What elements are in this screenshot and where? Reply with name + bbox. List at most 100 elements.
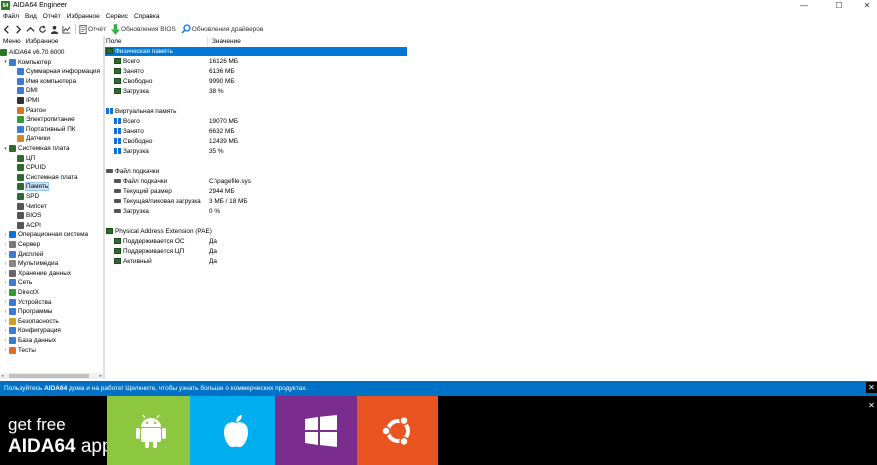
- promo-banner[interactable]: get free AIDA64 app ✕: [0, 396, 877, 465]
- collapse-icon[interactable]: ▾: [3, 146, 8, 152]
- tree-item[interactable]: › Операционная система: [3, 230, 88, 239]
- tree-item[interactable]: ›AIDA64 v6.70.6000: [0, 48, 64, 57]
- table-row[interactable]: Свободно 12439 МБ: [105, 137, 877, 146]
- menu-view[interactable]: Вид: [22, 13, 40, 20]
- tree-item[interactable]: Системная плата: [17, 173, 78, 182]
- expand-icon[interactable]: ›: [3, 280, 8, 286]
- tree-item[interactable]: › База данных: [3, 336, 56, 345]
- tree-item[interactable]: › Хранение данных: [3, 269, 71, 278]
- tree-item[interactable]: ▾ Компьютер: [3, 58, 51, 67]
- tree-item[interactable]: Портативный ПК: [17, 125, 76, 134]
- tab-menu[interactable]: Меню: [0, 38, 23, 45]
- column-header-value[interactable]: Значение: [208, 38, 241, 45]
- apple-tile[interactable]: [190, 396, 282, 465]
- minimize-button[interactable]: —: [794, 0, 814, 11]
- scrollbar-thumb[interactable]: [9, 374, 89, 378]
- tree-item[interactable]: IPMI: [17, 96, 39, 105]
- refresh-button[interactable]: [36, 23, 48, 36]
- expand-icon[interactable]: ›: [3, 261, 8, 267]
- tree-item[interactable]: Чипсет: [17, 202, 47, 211]
- tree-item[interactable]: DMI: [17, 86, 38, 95]
- tree-item[interactable]: › Безопасность: [3, 317, 59, 326]
- promo-notice-bar[interactable]: Пользуйтесь AIDA64 дома и на работе! Щел…: [0, 381, 877, 396]
- tree-item[interactable]: BIOS: [17, 211, 41, 220]
- table-row[interactable]: Поддерживается ЦП Да: [105, 247, 877, 256]
- tree-item[interactable]: › Дисплей: [3, 250, 43, 259]
- maximize-button[interactable]: ☐: [829, 0, 849, 11]
- chart-button[interactable]: [60, 23, 72, 36]
- expand-icon[interactable]: ›: [3, 290, 8, 296]
- scroll-left-icon[interactable]: ◂: [1, 373, 4, 379]
- tree-item[interactable]: Память: [17, 182, 50, 192]
- menu-help[interactable]: Справка: [131, 13, 163, 20]
- table-row[interactable]: Файл подкачки C:\pagefile.sys: [105, 177, 877, 186]
- expand-icon[interactable]: ›: [3, 232, 8, 238]
- forward-button[interactable]: [12, 23, 24, 36]
- tree-item[interactable]: › Сеть: [3, 278, 32, 287]
- up-button[interactable]: [24, 23, 36, 36]
- windows-tile[interactable]: [275, 396, 367, 465]
- tree-item[interactable]: › Мультимедиа: [3, 259, 58, 268]
- table-row[interactable]: Текущий размер 2944 МБ: [105, 187, 877, 196]
- expand-icon[interactable]: ›: [3, 270, 8, 276]
- tree-item[interactable]: › DirectX: [3, 288, 39, 297]
- table-row[interactable]: Всего 19070 МБ: [105, 117, 877, 126]
- table-row[interactable]: Занято 6136 МБ: [105, 67, 877, 76]
- tree-item[interactable]: › Сервер: [3, 240, 40, 249]
- tree-item[interactable]: › Тесты: [3, 346, 36, 355]
- menu-tools[interactable]: Сервис: [103, 13, 131, 20]
- tree-item[interactable]: Разгон: [17, 106, 46, 115]
- table-row[interactable]: Свободно 9990 МБ: [105, 77, 877, 86]
- table-section-row[interactable]: Файл подкачки: [105, 167, 877, 176]
- table-row[interactable]: Текущая/пиковая загрузка 3 МБ / 18 МБ: [105, 197, 877, 206]
- scroll-right-icon[interactable]: ▸: [99, 373, 102, 379]
- table-section-row[interactable]: Физическая память: [105, 46, 407, 56]
- tree-item[interactable]: Суммарная информация: [17, 67, 100, 76]
- expand-icon[interactable]: ›: [3, 347, 8, 353]
- tree-item[interactable]: Электропитание: [17, 115, 75, 124]
- expand-icon[interactable]: ›: [3, 242, 8, 248]
- collapse-icon[interactable]: ▾: [3, 59, 8, 65]
- tab-favorites[interactable]: Избранное: [23, 38, 61, 45]
- promo-notice-text[interactable]: Пользуйтесь AIDA64 дома и на работе! Щел…: [4, 385, 307, 392]
- expand-icon[interactable]: ›: [3, 251, 8, 257]
- expand-icon[interactable]: ›: [3, 309, 8, 315]
- close-button[interactable]: ✕: [857, 0, 877, 11]
- expand-icon[interactable]: ›: [3, 299, 8, 305]
- expand-icon[interactable]: ›: [3, 328, 8, 334]
- menu-report[interactable]: Отчёт: [40, 13, 64, 20]
- column-header-field[interactable]: Поле: [105, 37, 208, 46]
- report-button[interactable]: Отчёт: [79, 23, 106, 36]
- back-button[interactable]: [0, 23, 12, 36]
- close-notice-icon[interactable]: ✕: [866, 382, 877, 393]
- table-row[interactable]: Активный Да: [105, 257, 877, 266]
- tree-item[interactable]: › Программы: [3, 307, 53, 316]
- table-row[interactable]: Загрузка 38 %: [105, 87, 877, 96]
- menu-favorites[interactable]: Избранное: [64, 13, 103, 20]
- expand-icon[interactable]: ›: [3, 338, 8, 344]
- tree-item[interactable]: ACPI: [17, 221, 41, 230]
- android-tile[interactable]: [107, 396, 194, 465]
- table-row[interactable]: Поддерживается ОС Да: [105, 237, 877, 246]
- user-button[interactable]: [48, 23, 60, 36]
- expand-icon[interactable]: ›: [3, 318, 8, 324]
- menu-file[interactable]: Файл: [0, 13, 22, 20]
- close-banner-icon[interactable]: ✕: [866, 400, 877, 411]
- table-row[interactable]: Занято 6632 МБ: [105, 127, 877, 136]
- tree-item[interactable]: CPUID: [17, 163, 46, 172]
- tree-item[interactable]: SPD: [17, 192, 39, 201]
- tree-horizontal-scrollbar[interactable]: ◂ ▸: [0, 373, 103, 379]
- table-row[interactable]: Загрузка 35 %: [105, 147, 877, 156]
- table-row[interactable]: Всего 16126 МБ: [105, 57, 877, 66]
- tree-item[interactable]: ▾ Системная плата: [3, 144, 70, 153]
- driver-updates-button[interactable]: Обновления драйверов: [181, 23, 263, 36]
- ubuntu-tile[interactable]: [357, 396, 438, 465]
- tree-item[interactable]: ЦП: [17, 154, 35, 163]
- table-row[interactable]: Загрузка 0 %: [105, 207, 877, 216]
- tree-item[interactable]: › Устройства: [3, 298, 51, 307]
- table-section-row[interactable]: Physical Address Extension (PAE): [105, 227, 877, 236]
- tree-item[interactable]: Имя компьютера: [17, 77, 76, 86]
- bios-updates-button[interactable]: Обновления BIOS: [111, 23, 176, 36]
- table-section-row[interactable]: Виртуальная память: [105, 107, 877, 116]
- tree-item[interactable]: Датчики: [17, 134, 50, 143]
